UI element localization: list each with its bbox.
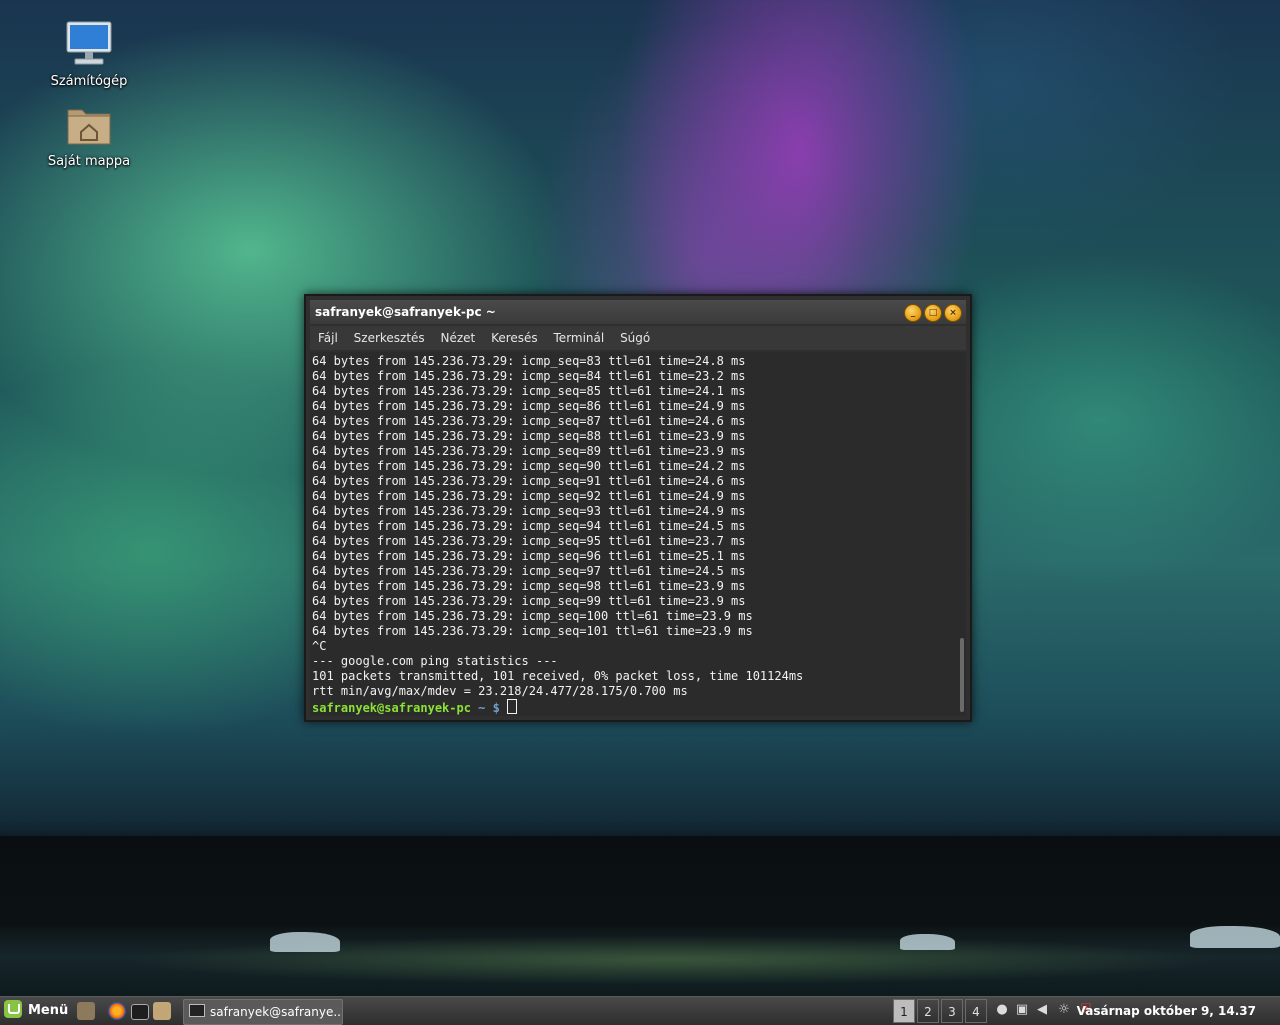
window-title: safranyek@safranyek-pc ~ (315, 305, 496, 319)
home-folder-icon (67, 109, 111, 145)
terminal-line: 64 bytes from 145.236.73.29: icmp_seq=88… (312, 429, 746, 443)
terminal-line: 64 bytes from 145.236.73.29: icmp_seq=10… (312, 624, 753, 638)
window-titlebar[interactable]: safranyek@safranyek-pc ~ (310, 300, 966, 324)
workspace-3[interactable]: 3 (941, 999, 963, 1023)
wallpaper-ice (270, 932, 340, 952)
workspace-1[interactable]: 1 (893, 999, 915, 1023)
network-icon[interactable]: ▣ (1014, 1002, 1030, 1018)
desktop-icon-label: Számítógép (50, 74, 128, 89)
menu-view[interactable]: Nézet (441, 331, 476, 345)
show-desktop-icon[interactable] (77, 1002, 95, 1020)
terminal-line: 64 bytes from 145.236.73.29: icmp_seq=84… (312, 369, 746, 383)
terminal-line: 64 bytes from 145.236.73.29: icmp_seq=83… (312, 354, 746, 368)
desktop-icon-computer[interactable]: Számítógép (44, 20, 134, 89)
terminal-prompt-line: safranyek@safranyek-pc ~ $ (312, 699, 958, 716)
taskbar-window-terminal[interactable]: safranyek@safranye... (183, 999, 343, 1025)
terminal-line: 64 bytes from 145.236.73.29: icmp_seq=85… (312, 384, 746, 398)
terminal-line: 64 bytes from 145.236.73.29: icmp_seq=91… (312, 474, 746, 488)
terminal-line: 64 bytes from 145.236.73.29: icmp_seq=90… (312, 459, 746, 473)
wallpaper-ice (1190, 926, 1280, 948)
prompt-user-host: safranyek@safranyek-pc (312, 701, 471, 715)
terminal-menubar: Fájl Szerkesztés Nézet Keresés Terminál … (310, 326, 966, 350)
user-icon[interactable]: ● (994, 1002, 1010, 1018)
prompt-path: ~ $ (470, 701, 508, 715)
terminal-line: ^C (312, 639, 327, 653)
terminal-window[interactable]: safranyek@safranyek-pc ~ _ □ × Fájl Szer… (304, 294, 972, 722)
menu-edit[interactable]: Szerkesztés (354, 331, 425, 345)
computer-icon (66, 21, 112, 65)
terminal-line: 64 bytes from 145.236.73.29: icmp_seq=92… (312, 489, 746, 503)
terminal-line: 64 bytes from 145.236.73.29: icmp_seq=94… (312, 519, 746, 533)
volume-icon[interactable]: ◀ (1034, 1002, 1050, 1018)
terminal-line: 64 bytes from 145.236.73.29: icmp_seq=98… (312, 579, 746, 593)
firefox-icon[interactable] (108, 1002, 126, 1020)
start-menu-button[interactable]: Menü (4, 1000, 68, 1022)
text-cursor (507, 699, 518, 714)
menu-help[interactable]: Súgó (620, 331, 650, 345)
brightness-icon[interactable]: ☼ (1056, 1002, 1072, 1018)
terminal-output[interactable]: 64 bytes from 145.236.73.29: icmp_seq=83… (310, 352, 958, 716)
files-icon[interactable] (153, 1002, 171, 1020)
terminal-launcher-icon[interactable] (131, 1004, 149, 1020)
maximize-button[interactable]: □ (924, 304, 942, 322)
menu-search[interactable]: Keresés (491, 331, 538, 345)
terminal-line: 101 packets transmitted, 101 received, 0… (312, 669, 804, 683)
wallpaper-ice (900, 934, 955, 950)
workspace-2[interactable]: 2 (917, 999, 939, 1023)
desktop-icon-home[interactable]: Saját mappa (44, 102, 134, 169)
scrollbar-thumb[interactable] (960, 638, 964, 712)
terminal-scrollbar[interactable] (958, 352, 966, 716)
terminal-line: 64 bytes from 145.236.73.29: icmp_seq=93… (312, 504, 746, 518)
mint-logo-icon (4, 1000, 22, 1018)
minimize-icon: _ (910, 308, 916, 318)
close-button[interactable]: × (944, 304, 962, 322)
workspace-4[interactable]: 4 (965, 999, 987, 1023)
terminal-task-icon (189, 1004, 205, 1017)
taskbar: Menü safranyek@safranye... 1 2 3 4 ● ▣ ◀… (0, 996, 1280, 1025)
minimize-button[interactable]: _ (904, 304, 922, 322)
terminal-line: 64 bytes from 145.236.73.29: icmp_seq=96… (312, 549, 746, 563)
start-menu-label: Menü (28, 1003, 69, 1018)
close-icon: × (949, 308, 957, 318)
taskbar-window-label: safranyek@safranye... (210, 1005, 343, 1019)
terminal-line: 64 bytes from 145.236.73.29: icmp_seq=97… (312, 564, 746, 578)
menu-terminal[interactable]: Terminál (554, 331, 605, 345)
terminal-line: 64 bytes from 145.236.73.29: icmp_seq=10… (312, 609, 753, 623)
desktop-icon-label: Saját mappa (47, 154, 131, 169)
terminal-line: --- google.com ping statistics --- (312, 654, 558, 668)
terminal-line: 64 bytes from 145.236.73.29: icmp_seq=99… (312, 594, 746, 608)
clock[interactable]: Vasárnap október 9, 14.37 (1077, 997, 1256, 1025)
maximize-icon: □ (928, 308, 938, 318)
terminal-line: rtt min/avg/max/mdev = 23.218/24.477/28.… (312, 684, 688, 698)
terminal-line: 64 bytes from 145.236.73.29: icmp_seq=95… (312, 534, 746, 548)
terminal-line: 64 bytes from 145.236.73.29: icmp_seq=87… (312, 414, 746, 428)
menu-file[interactable]: Fájl (318, 331, 338, 345)
terminal-line: 64 bytes from 145.236.73.29: icmp_seq=89… (312, 444, 746, 458)
terminal-line: 64 bytes from 145.236.73.29: icmp_seq=86… (312, 399, 746, 413)
